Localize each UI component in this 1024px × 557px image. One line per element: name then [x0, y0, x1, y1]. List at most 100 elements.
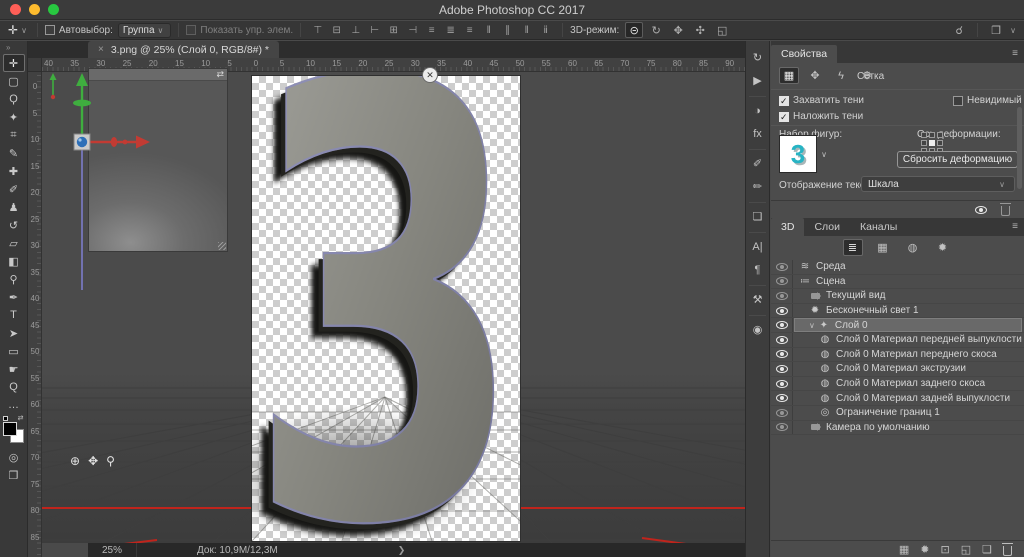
cap-properties-icon[interactable]: ϟ [831, 67, 851, 84]
scale-3d-object-icon[interactable]: ◱ [713, 22, 731, 38]
clone-stamp-tool[interactable]: ♟ [3, 198, 25, 216]
align-top-edges-icon[interactable]: ⊤ [310, 22, 325, 38]
align-left-edges-icon[interactable]: ⊢ [367, 22, 382, 38]
new-layer-icon[interactable]: ❏ [982, 543, 992, 556]
tool-preset-caret-icon[interactable]: ∨ [21, 26, 27, 35]
styles-panel-icon[interactable]: fx [747, 123, 768, 144]
panel-menu-icon[interactable]: ≡ [1012, 221, 1018, 232]
edit-toolbar-button[interactable]: … [3, 396, 25, 414]
actions-panel-icon[interactable]: ▶ [747, 70, 768, 91]
tab-channels[interactable]: Каналы [850, 218, 907, 236]
swap-swatches-icon[interactable]: ⇄ [18, 414, 24, 422]
dolly-view-widget-icon[interactable]: ⚲ [106, 454, 115, 468]
workspace-caret-icon[interactable]: ∨ [1010, 26, 1016, 35]
chevron-down-icon[interactable]: ∨ [809, 321, 815, 330]
filter-meshes-icon[interactable]: ▦ [873, 239, 893, 256]
shape-preset-caret-icon[interactable]: ∨ [818, 135, 830, 173]
adjustments-panel-icon[interactable]: ◑ [747, 100, 768, 121]
mesh-properties-icon[interactable]: ▦ [779, 67, 799, 84]
eye-icon[interactable] [776, 307, 788, 315]
move-tool-icon[interactable]: ✛ [8, 23, 18, 37]
panel-menu-icon[interactable]: ≡ [1012, 48, 1018, 59]
workspace-icon[interactable]: ❐ [987, 22, 1005, 38]
paragraph-panel-icon[interactable]: ¶ [747, 259, 768, 280]
eye-icon[interactable] [776, 365, 788, 373]
tree-row[interactable]: ◍Слой 0 Материал переднего скоса [771, 348, 1024, 363]
eye-icon[interactable] [776, 263, 788, 271]
catch-shadows-checkbox[interactable] [779, 96, 789, 106]
trash-icon[interactable] [1001, 206, 1010, 216]
3d-scene[interactable]: ⇄ 3 [42, 72, 745, 543]
tree-row[interactable]: ◍Слой 0 Материал экструзии [771, 362, 1024, 377]
eye-icon[interactable] [776, 380, 788, 388]
3d-axis-widget[interactable] [42, 72, 162, 302]
pan-3d-camera-icon[interactable]: ✥ [669, 22, 687, 38]
align-horizontal-centers-icon[interactable]: ⊞ [386, 22, 401, 38]
eye-icon[interactable] [776, 277, 788, 285]
gradient-tool[interactable]: ◧ [3, 252, 25, 270]
orbit-3d-camera-icon[interactable]: ⊝ [625, 22, 643, 38]
tab-layers[interactable]: Слои [804, 218, 850, 236]
document[interactable]: 3 3 3 [252, 76, 520, 541]
eye-icon[interactable] [776, 350, 788, 358]
healing-brush-tool[interactable]: ✚ [3, 162, 25, 180]
distribute-bottom-edges-icon[interactable]: ≡ [462, 22, 477, 38]
visibility-cell[interactable] [771, 318, 793, 332]
brush-tool[interactable]: ✐ [3, 180, 25, 198]
pan-view-widget-icon[interactable]: ✥ [88, 454, 98, 468]
quick-selection-tool[interactable]: ✦ [3, 108, 25, 126]
autoselect-checkbox[interactable] [45, 25, 55, 35]
visibility-cell[interactable] [771, 289, 793, 303]
move-tool[interactable]: ✛ [3, 54, 25, 72]
toolbar-expand-button[interactable]: » [0, 41, 27, 54]
tree-row[interactable]: ≋Среда [771, 260, 1024, 275]
tree-row[interactable]: Камера по умолчанию [771, 421, 1024, 436]
tree-row[interactable]: ◍Слой 0 Материал передней выпуклости [771, 333, 1024, 348]
filter-materials-icon[interactable]: ◍ [903, 239, 923, 256]
delete-icon[interactable] [1003, 546, 1012, 556]
deform-axis-cell[interactable] [929, 132, 935, 138]
clone-source-panel-icon[interactable]: ❏ [747, 206, 768, 227]
tab-properties[interactable]: Свойства [771, 45, 837, 63]
history-brush-tool[interactable]: ↺ [3, 216, 25, 234]
path-selection-tool[interactable]: ➤ [3, 324, 25, 342]
new-material-icon[interactable]: ⊡ [941, 543, 950, 556]
reset-deformation-button[interactable]: Сбросить деформацию [897, 151, 1018, 168]
deform-axis-cell[interactable] [921, 140, 927, 146]
properties-panel-icon[interactable]: ◉ [747, 319, 768, 340]
default-swatches-icon[interactable] [3, 416, 8, 421]
character-panel-icon[interactable]: A| [747, 236, 768, 257]
distribute-right-edges-icon[interactable]: ‖ [519, 22, 534, 38]
new-light-icon[interactable]: ✹ [920, 543, 929, 556]
cast-shadows-checkbox[interactable] [779, 112, 789, 122]
status-menu-chevron-icon[interactable]: ❯ [398, 545, 406, 556]
align-vertical-centers-icon[interactable]: ⊟ [329, 22, 344, 38]
invisible-checkbox[interactable] [953, 96, 963, 106]
tab-3d[interactable]: 3D [771, 218, 804, 236]
visibility-cell[interactable] [771, 362, 793, 376]
filter-lights-icon[interactable]: ✹ [933, 239, 953, 256]
tree-row[interactable]: ◍Слой 0 Материал заднего скоса [771, 377, 1024, 392]
visibility-cell[interactable] [771, 260, 793, 274]
visibility-cell[interactable] [771, 275, 793, 289]
visibility-cell[interactable] [771, 333, 793, 347]
slide-3d-camera-icon[interactable]: ✣ [691, 22, 709, 38]
properties-scrollbar[interactable] [1017, 107, 1022, 189]
orbit-view-widget-icon[interactable]: ⊕ [70, 454, 80, 468]
deform-properties-icon[interactable]: ✥ [805, 67, 825, 84]
pen-tool[interactable]: ✒ [3, 288, 25, 306]
autoselect-dropdown[interactable]: Группа∨ [118, 23, 172, 38]
tool-presets-panel-icon[interactable]: ⚒ [747, 289, 768, 310]
search-icon[interactable]: ☌ [950, 22, 968, 38]
marquee-tool[interactable]: ▢ [3, 72, 25, 90]
eye-icon[interactable] [776, 336, 788, 344]
deform-axis-cell[interactable] [929, 140, 935, 146]
canvas-area[interactable]: 4035302520151050510152025303540455055606… [28, 58, 745, 557]
quick-mask-button[interactable]: ◎ [3, 448, 25, 466]
eyedropper-tool[interactable]: ✎ [3, 144, 25, 162]
lasso-tool[interactable]: Ϙ [3, 90, 25, 108]
dodge-tool[interactable]: ⚲ [3, 270, 25, 288]
zoom-tool[interactable]: Q [3, 378, 25, 396]
new-mesh-icon[interactable]: ▦ [899, 543, 909, 556]
visibility-cell[interactable] [771, 348, 793, 362]
